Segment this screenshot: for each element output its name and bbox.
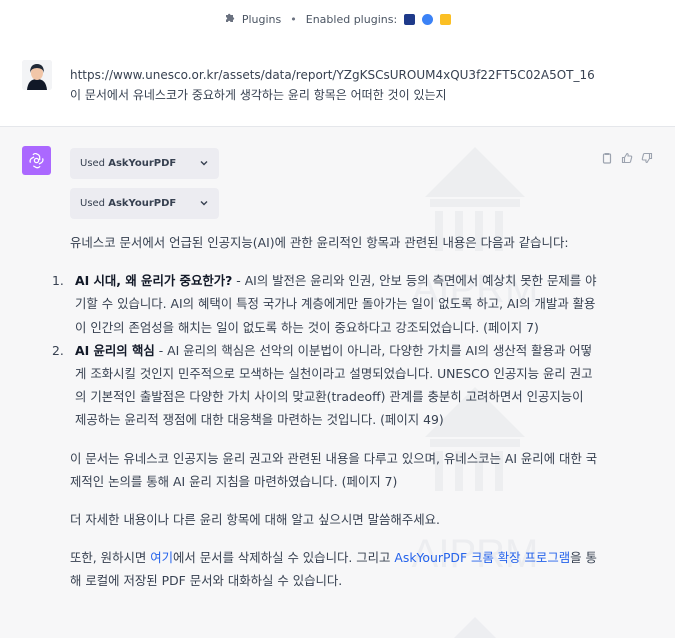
blue-square-icon[interactable]	[404, 13, 416, 25]
assistant-response: 유네스코 문서에서 언급된 인공지능(AI)에 관한 윤리적인 항목과 관련된 …	[52, 231, 598, 593]
thumbs-down-icon[interactable]	[641, 149, 653, 164]
plugin-name: AskYourPDF	[108, 198, 177, 209]
plugins-label: Plugins	[241, 12, 282, 26]
delete-info-paragraph: 또한, 원하시면 여기에서 문서를 삭제하실 수 있습니다. 그리고 AskYo…	[70, 546, 598, 592]
assistant-message: AIPRM AIPRM Used AskYourPDF Used AskYour…	[0, 127, 675, 638]
chevron-down-icon	[199, 158, 209, 171]
delete-info-text-mid: 에서 문서를 삭제하실 수 있습니다. 그리고	[173, 550, 395, 566]
user-message-url: https://www.unesco.or.kr/assets/data/rep…	[70, 68, 595, 82]
plugin-used-button-2[interactable]: Used AskYourPDF	[70, 188, 219, 219]
user-message: https://www.unesco.or.kr/assets/data/rep…	[0, 38, 675, 144]
ethics-list: 1. AI 시대, 왜 윤리가 중요한가? - AI의 발전은 윤리와 인권, …	[52, 269, 598, 432]
list-item: 2. AI 윤리의 핵심 - AI 윤리의 핵심은 선악의 이분법이 아니라, …	[52, 339, 598, 432]
plugins-bar: Plugins • Enabled plugins:	[0, 0, 675, 39]
message-actions	[601, 149, 653, 164]
delete-here-link[interactable]: 여기	[150, 550, 173, 565]
summary-paragraph: 이 문서는 유네스코 인공지능 윤리 권고와 관련된 내용을 다루고 있으며, …	[70, 450, 598, 489]
user-avatar	[22, 60, 52, 90]
chevron-down-icon	[199, 198, 209, 211]
thumbs-up-icon[interactable]	[621, 149, 633, 164]
puzzle-icon	[224, 12, 236, 27]
list-item-title: AI 시대, 왜 윤리가 중요한가?	[75, 273, 233, 289]
list-item: 1. AI 시대, 왜 윤리가 중요한가? - AI의 발전은 윤리와 인권, …	[52, 269, 598, 339]
plugin-used-prefix: Used	[80, 158, 109, 169]
plugin-used-button-1[interactable]: Used AskYourPDF	[70, 148, 219, 179]
delete-info-text: 또한, 원하시면	[70, 550, 151, 566]
user-message-question: 이 문서에서 유네스코가 중요하게 생각하는 윤리 항목은 어떠한 것이 있는지	[70, 88, 447, 102]
followup-paragraph: 더 자세한 내용이나 다른 윤리 항목에 대해 알고 싶으시면 말씀해주세요.	[70, 512, 440, 528]
user-message-text: https://www.unesco.or.kr/assets/data/rep…	[70, 65, 595, 105]
list-number: 2.	[52, 342, 64, 358]
enabled-plugins-label: Enabled plugins:	[305, 12, 398, 26]
plugin-name: AskYourPDF	[108, 158, 177, 169]
chatgpt-logo-icon	[22, 146, 51, 175]
blue-circle-icon[interactable]	[422, 13, 434, 25]
yellow-chat-icon[interactable]	[440, 13, 452, 25]
list-number: 1.	[52, 273, 64, 289]
separator: •	[290, 12, 297, 26]
copy-icon[interactable]	[601, 149, 613, 164]
intro-paragraph: 유네스코 문서에서 언급된 인공지능(AI)에 관한 윤리적인 항목과 관련된 …	[70, 235, 569, 250]
plugin-used-prefix: Used	[80, 198, 109, 209]
chrome-extension-link[interactable]: AskYourPDF 크롬 확장 프로그램	[394, 550, 570, 565]
list-item-title: AI 윤리의 핵심	[75, 342, 155, 358]
